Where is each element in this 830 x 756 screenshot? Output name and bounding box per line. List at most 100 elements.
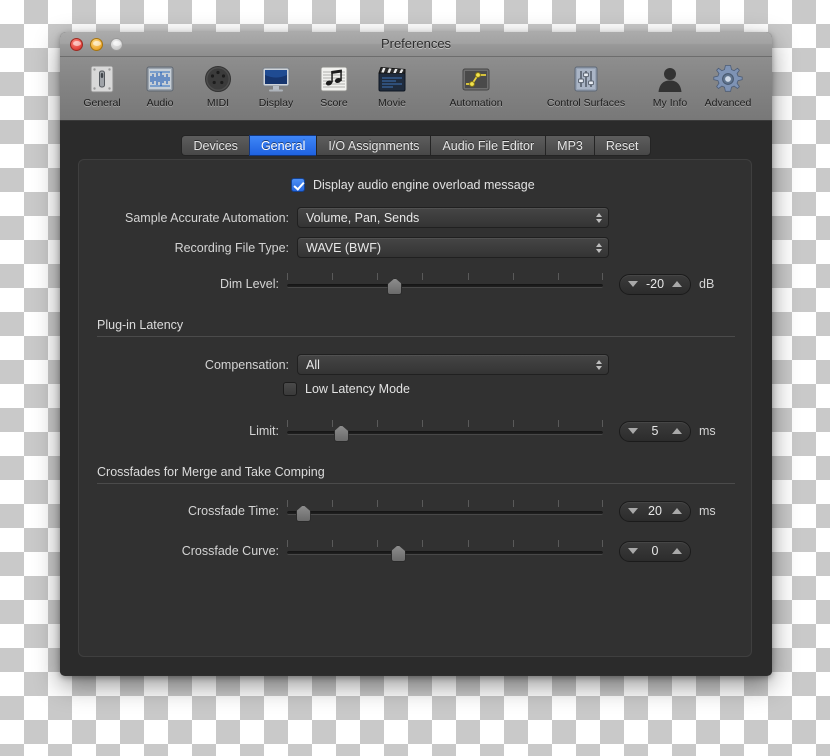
- slider-thumb[interactable]: [296, 505, 311, 522]
- dim-level-row: Dim Level: -20 dB: [79, 273, 739, 295]
- dim-level-label: Dim Level:: [79, 277, 279, 291]
- recording-file-type-select[interactable]: WAVE (BWF): [297, 237, 609, 258]
- general-settings-panel: Display audio engine overload message Sa…: [78, 159, 752, 657]
- toolbar-item-automation[interactable]: Automation: [424, 61, 528, 109]
- movie-clapperboard-icon: [376, 63, 408, 95]
- stepper-increment-icon[interactable]: [672, 281, 682, 287]
- toolbar-item-audio[interactable]: Audio: [134, 61, 186, 109]
- stepper-decrement-icon[interactable]: [628, 508, 638, 514]
- tab-devices[interactable]: Devices: [181, 135, 248, 156]
- display-monitor-icon: [260, 63, 292, 95]
- limit-unit: ms: [699, 424, 716, 438]
- crossfade-curve-row: Crossfade Curve: 0: [79, 540, 739, 562]
- toolbar-item-general[interactable]: General: [76, 61, 128, 109]
- crossfade-time-label: Crossfade Time:: [79, 504, 279, 518]
- slider-thumb[interactable]: [391, 545, 406, 562]
- stepper-decrement-icon[interactable]: [628, 428, 638, 434]
- dim-level-value: -20: [646, 277, 664, 291]
- toolbar-label: Control Surfaces: [547, 97, 625, 109]
- compensation-select[interactable]: All: [297, 354, 609, 375]
- window-titlebar: Preferences: [60, 32, 772, 57]
- toolbar-label: Automation: [449, 97, 502, 109]
- crossfade-time-stepper[interactable]: 20: [619, 501, 691, 522]
- slider-thumb[interactable]: [387, 278, 402, 295]
- crossfade-time-slider[interactable]: [287, 500, 603, 522]
- overload-message-row: Display audio engine overload message: [291, 178, 535, 192]
- slider-track: [287, 551, 603, 555]
- section-divider: [97, 483, 735, 484]
- crossfade-time-unit: ms: [699, 504, 716, 518]
- stepper-increment-icon[interactable]: [672, 428, 682, 434]
- toolbar-item-my-info[interactable]: My Info: [644, 61, 696, 109]
- tab-mp3[interactable]: MP3: [545, 135, 594, 156]
- slider-ticks: [287, 540, 603, 547]
- limit-slider[interactable]: [287, 420, 603, 442]
- crossfades-heading: Crossfades for Merge and Take Comping: [97, 465, 735, 483]
- chevron-updown-icon: [596, 243, 602, 253]
- limit-label: Limit:: [79, 424, 279, 438]
- stepper-increment-icon[interactable]: [672, 508, 682, 514]
- stepper-increment-icon[interactable]: [672, 548, 682, 554]
- preference-tab-bar: Devices General I/O Assignments Audio Fi…: [60, 135, 772, 156]
- slider-track: [287, 511, 603, 515]
- section-divider: [97, 336, 735, 337]
- toolbar-item-display[interactable]: Display: [250, 61, 302, 109]
- tab-reset[interactable]: Reset: [594, 135, 651, 156]
- toolbar-item-score[interactable]: Score: [308, 61, 360, 109]
- dim-level-stepper[interactable]: -20: [619, 274, 691, 295]
- preferences-window: Preferences General: [60, 32, 772, 676]
- low-latency-mode-checkbox[interactable]: Low Latency Mode: [283, 382, 410, 396]
- toolbar-item-control-surfaces[interactable]: Control Surfaces: [534, 61, 638, 109]
- chevron-updown-icon: [596, 360, 602, 370]
- display-overload-checkbox[interactable]: Display audio engine overload message: [291, 178, 535, 192]
- sample-accurate-automation-label: Sample Accurate Automation:: [79, 211, 289, 225]
- midi-port-icon: [202, 63, 234, 95]
- toolbar-item-midi[interactable]: MIDI: [192, 61, 244, 109]
- toolbar-label: General: [83, 97, 120, 109]
- crossfade-curve-stepper[interactable]: 0: [619, 541, 691, 562]
- toolbar-label: Score: [320, 97, 347, 109]
- toolbar-label: Movie: [378, 97, 406, 109]
- slider-ticks: [287, 500, 603, 507]
- recording-file-type-row: Recording File Type: WAVE (BWF): [79, 237, 619, 258]
- sample-accurate-automation-select[interactable]: Volume, Pan, Sends: [297, 207, 609, 228]
- checkbox-unchecked-icon: [283, 382, 297, 396]
- crossfade-time-row: Crossfade Time: 20 ms: [79, 500, 739, 522]
- advanced-gear-icon: [712, 63, 744, 95]
- stepper-decrement-icon[interactable]: [628, 548, 638, 554]
- toolbar-label: Advanced: [705, 97, 752, 109]
- toolbar-label: MIDI: [207, 97, 229, 109]
- dim-level-slider[interactable]: [287, 273, 603, 295]
- slider-track: [287, 284, 603, 288]
- preferences-toolbar: General Audio: [60, 57, 772, 121]
- automation-curve-icon: [460, 63, 492, 95]
- audio-waveform-icon: [144, 63, 176, 95]
- plugin-latency-group-header: Plug-in Latency: [97, 318, 735, 337]
- crossfades-group-header: Crossfades for Merge and Take Comping: [97, 465, 735, 484]
- tab-io-assignments[interactable]: I/O Assignments: [316, 135, 430, 156]
- toolbar-label: My Info: [653, 97, 687, 109]
- my-info-person-icon: [654, 63, 686, 95]
- select-value: WAVE (BWF): [306, 241, 381, 255]
- tab-audio-file-editor[interactable]: Audio File Editor: [430, 135, 545, 156]
- crossfade-curve-slider[interactable]: [287, 540, 603, 562]
- dim-level-unit: dB: [699, 277, 714, 291]
- chevron-updown-icon: [596, 213, 602, 223]
- select-value: All: [306, 358, 320, 372]
- limit-stepper[interactable]: 5: [619, 421, 691, 442]
- preferences-content: Devices General I/O Assignments Audio Fi…: [60, 121, 772, 675]
- sample-accurate-automation-row: Sample Accurate Automation: Volume, Pan,…: [79, 207, 619, 228]
- limit-value: 5: [652, 424, 659, 438]
- checkbox-label: Display audio engine overload message: [313, 178, 535, 192]
- crossfade-curve-value: 0: [652, 544, 659, 558]
- compensation-row: Compensation: All: [79, 354, 619, 375]
- toolbar-item-movie[interactable]: Movie: [366, 61, 418, 109]
- slider-ticks: [287, 420, 603, 427]
- slider-thumb[interactable]: [334, 425, 349, 442]
- toolbar-item-advanced[interactable]: Advanced: [702, 61, 754, 109]
- tab-general[interactable]: General: [249, 135, 316, 156]
- window-title: Preferences: [60, 36, 772, 51]
- slider-ticks: [287, 273, 603, 280]
- crossfade-time-value: 20: [648, 504, 662, 518]
- stepper-decrement-icon[interactable]: [628, 281, 638, 287]
